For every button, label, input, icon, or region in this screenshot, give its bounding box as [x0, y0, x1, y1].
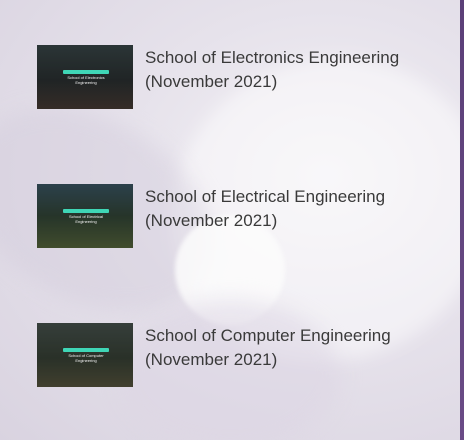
- thumbnail-caption: School of Computer Engineering: [68, 353, 104, 363]
- video-title-date: (November 2021): [145, 72, 278, 91]
- video-thumbnail[interactable]: School of Computer Engineering: [37, 323, 133, 387]
- video-title[interactable]: School of Electronics Engineering (Novem…: [145, 46, 425, 94]
- video-title-date: (November 2021): [145, 211, 278, 230]
- thumbnail-accent-bar: [63, 348, 109, 352]
- video-title[interactable]: School of Computer Engineering (November…: [145, 324, 425, 372]
- video-title-text: School of Computer Engineering: [145, 326, 391, 345]
- thumbnail-caption: School of Electrical Engineering: [68, 214, 103, 224]
- thumbnail-caption: School of Electronics Engineering: [67, 75, 105, 85]
- thumbnail-accent-bar: [63, 209, 109, 213]
- video-title[interactable]: School of Electrical Engineering (Novemb…: [145, 185, 425, 233]
- thumbnail-accent-bar: [63, 70, 109, 74]
- video-title-date: (November 2021): [145, 350, 278, 369]
- video-item-electronics[interactable]: School of Electronics Engineering School…: [37, 45, 437, 109]
- video-thumbnail[interactable]: School of Electrical Engineering: [37, 184, 133, 248]
- video-item-computer[interactable]: School of Computer Engineering School of…: [37, 323, 437, 387]
- right-edge-bar: [460, 0, 464, 440]
- video-title-text: School of Electronics Engineering: [145, 48, 400, 67]
- video-list: School of Electronics Engineering School…: [0, 0, 460, 440]
- video-title-text: School of Electrical Engineering: [145, 187, 386, 206]
- video-item-electrical[interactable]: School of Electrical Engineering School …: [37, 184, 437, 248]
- video-thumbnail[interactable]: School of Electronics Engineering: [37, 45, 133, 109]
